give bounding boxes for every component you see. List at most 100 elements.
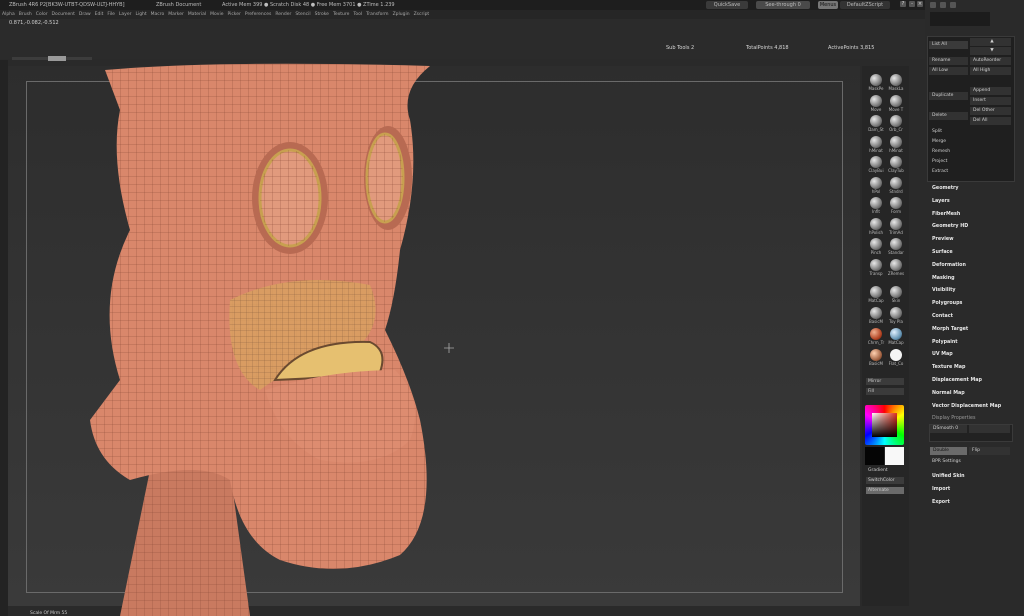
brush-7[interactable]: hMinat [885, 134, 907, 154]
brush-label: Stndrd [889, 188, 903, 194]
brush-3[interactable]: Move T [885, 93, 907, 113]
material-3[interactable]: Toy Pla [885, 305, 907, 325]
all-high-button[interactable]: All High [970, 67, 1011, 75]
brush-label: ZRemes [887, 270, 905, 276]
switchcolor-button[interactable]: SwitchColor [866, 477, 904, 484]
brush-17[interactable]: Standar [885, 236, 907, 256]
autoreorder-button[interactable]: AutoReorder [970, 57, 1011, 65]
palette-icon-3[interactable] [950, 2, 956, 8]
brush-icon [890, 217, 902, 230]
insert-button[interactable]: Insert [970, 97, 1011, 105]
menu-morph-target[interactable]: Morph Target [932, 327, 968, 332]
arrow-up-icon[interactable]: ▲ [970, 38, 1011, 46]
menu-layers[interactable]: Layers [932, 199, 950, 204]
menu-contact[interactable]: Contact [932, 314, 953, 319]
brush-icon [890, 258, 902, 271]
del-all-button[interactable]: Del All [970, 117, 1011, 125]
dsmooth-slider[interactable]: DSmooth 0 [930, 425, 967, 433]
brush-icon [870, 217, 882, 230]
material-7[interactable]: Flat_Co [885, 347, 907, 367]
append-button[interactable]: Append [970, 87, 1011, 95]
material-icon [870, 286, 882, 298]
split-button[interactable]: Split [929, 128, 1011, 136]
brush-15[interactable]: TrimAd [885, 216, 907, 236]
flip-button[interactable]: Flip [969, 447, 1010, 455]
minimize-icon[interactable]: - [909, 1, 915, 7]
menu-display-properties[interactable]: Display Properties [932, 416, 975, 421]
material-icon [870, 307, 882, 319]
subtool-preview[interactable] [930, 12, 990, 26]
gradient-button[interactable]: Gradient [866, 467, 904, 474]
menu-normal-map[interactable]: Normal Map [932, 391, 965, 396]
brush-19[interactable]: ZRemes [885, 257, 907, 277]
material-1[interactable]: Skin [885, 284, 907, 304]
brush-label: hMinat [889, 147, 903, 153]
menu-visibility[interactable]: Visibility [932, 288, 956, 293]
menu-texture-map[interactable]: Texture Map [932, 365, 965, 370]
extract-button[interactable]: Extract [929, 168, 1011, 176]
material-5[interactable]: MatCap [885, 326, 907, 346]
delete-button[interactable]: Delete [929, 112, 968, 120]
close-icon[interactable]: × [917, 1, 923, 7]
brush-11[interactable]: Stndrd [885, 175, 907, 195]
menu-polypaint[interactable]: Polypaint [932, 340, 958, 345]
material-icon [890, 286, 902, 298]
menu-vector-displacement-map[interactable]: Vector Displacement Map [932, 404, 1001, 409]
rename-button[interactable]: Rename [929, 57, 968, 65]
brush-icon [890, 156, 902, 168]
dres-slider[interactable] [969, 425, 1010, 433]
bpr-settings-button[interactable]: BPR Settings [929, 458, 1011, 466]
brush-icon [870, 176, 882, 189]
material-label: MatCap [888, 340, 904, 345]
secondary-color-swatch[interactable] [885, 447, 904, 465]
palette-icon-2[interactable] [940, 2, 946, 8]
del-other-button[interactable]: Del Other [970, 107, 1011, 115]
brush-5[interactable]: Orb_Cr [885, 113, 907, 133]
brush-label: Orb_Cr [889, 127, 903, 132]
brush-icon [890, 94, 902, 107]
brush-icon [890, 176, 902, 189]
arrow-down-icon[interactable]: ▼ [970, 47, 1011, 55]
duplicate-button[interactable]: Duplicate [929, 92, 968, 100]
brush-icon [890, 115, 902, 127]
material-label: Toy Pla [889, 319, 903, 324]
double-button[interactable]: Double [930, 447, 967, 455]
material-icon [890, 328, 902, 340]
menu-geometry[interactable]: Geometry [932, 186, 959, 191]
menu-fibermesh[interactable]: FiberMesh [932, 212, 960, 217]
fill-button[interactable]: Fill [866, 388, 904, 395]
brush-9[interactable]: ClayTub [885, 154, 907, 174]
brush-13[interactable]: Form [885, 195, 907, 215]
main-color-swatch[interactable] [865, 447, 884, 465]
brush-icon [870, 74, 882, 86]
list-all-button[interactable]: List All [929, 41, 968, 49]
mirror-button[interactable]: Mirror [866, 378, 904, 385]
brush-icon [870, 115, 882, 127]
help-icon[interactable]: ? [900, 1, 906, 7]
material-icon [870, 328, 882, 340]
menu-unified-skin[interactable]: Unified Skin [932, 474, 965, 479]
brush-icon [870, 258, 882, 271]
color-picker[interactable] [865, 405, 904, 445]
palette-icon-1[interactable] [930, 2, 936, 8]
alternate-button[interactable]: Alternate [866, 487, 904, 494]
all-low-button[interactable]: All Low [929, 67, 968, 75]
menu-surface[interactable]: Surface [932, 250, 953, 255]
menu-polygroups[interactable]: Polygroups [932, 301, 962, 306]
merge-button[interactable]: Merge [929, 138, 1011, 146]
menu-geometry-hd[interactable]: Geometry HD [932, 224, 968, 229]
menu-preview[interactable]: Preview [932, 237, 954, 242]
remesh-button[interactable]: Remesh [929, 148, 1011, 156]
menu-import[interactable]: Import [932, 487, 950, 492]
menu-masking[interactable]: Masking [932, 276, 955, 281]
menu-displacement-map[interactable]: Displacement Map [932, 378, 982, 383]
material-label: Skin [891, 298, 901, 303]
brush-label: ClayTub [888, 168, 904, 173]
menu-uv-map[interactable]: UV Map [932, 352, 953, 357]
project-button[interactable]: Project [929, 158, 1011, 166]
brush-1[interactable]: MaskLa [885, 72, 907, 92]
menu-deformation[interactable]: Deformation [932, 263, 966, 268]
menu-export[interactable]: Export [932, 500, 950, 505]
3d-model-head[interactable] [0, 0, 860, 616]
status-bar: Scale Of Mrm 55 [30, 611, 68, 616]
